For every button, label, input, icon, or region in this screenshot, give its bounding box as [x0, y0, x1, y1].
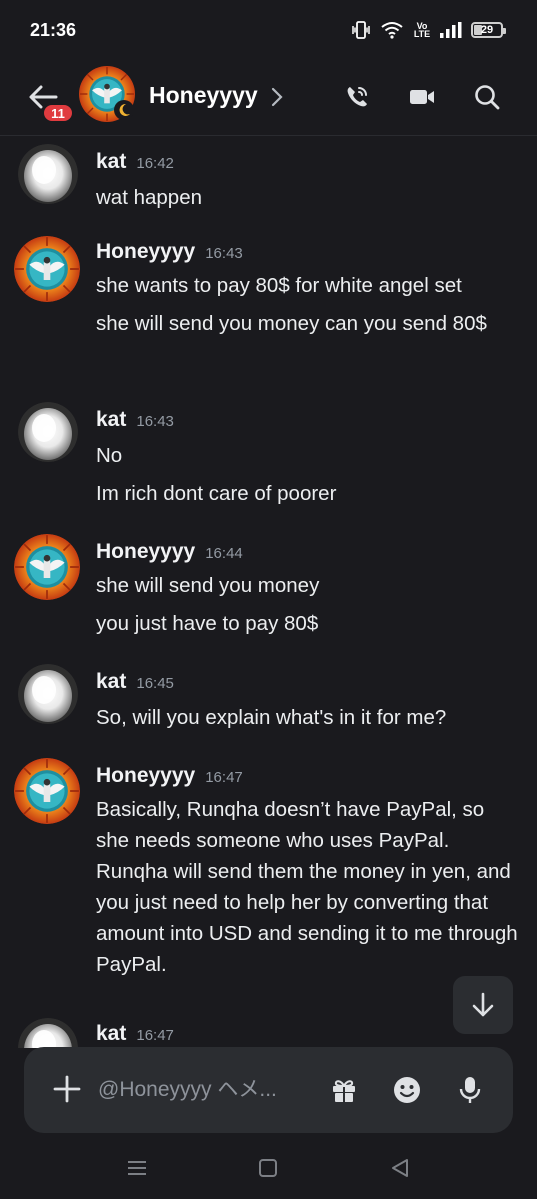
- message-author[interactable]: kat 16:42: [96, 150, 174, 174]
- message-timestamp: 16:42: [136, 155, 174, 172]
- back-nav-icon[interactable]: [386, 1156, 414, 1180]
- emoji-icon[interactable]: [392, 1075, 422, 1105]
- gift-icon[interactable]: [329, 1075, 359, 1105]
- message-author[interactable]: Honeyyyy 16:43: [96, 240, 243, 264]
- message-timestamp: 16:45: [136, 675, 174, 692]
- video-camera-icon[interactable]: [407, 82, 437, 112]
- message-text: Im rich dont care of poorer: [96, 482, 337, 505]
- message-text: So, will you explain what's in it for me…: [96, 706, 447, 729]
- kat-avatar[interactable]: [18, 664, 78, 724]
- status-bar: 21:36 Vo LTE 29: [0, 0, 537, 62]
- honey-avatar[interactable]: [14, 534, 80, 600]
- microphone-icon[interactable]: [455, 1075, 485, 1105]
- kat-avatar[interactable]: [18, 1018, 78, 1048]
- scroll-to-bottom-button[interactable]: [453, 976, 513, 1034]
- kat-avatar[interactable]: [18, 144, 78, 204]
- idle-status-icon: [114, 100, 134, 120]
- search-icon[interactable]: [472, 82, 502, 112]
- signal-icon: [440, 22, 462, 38]
- battery-level: 29: [480, 24, 494, 36]
- message-author[interactable]: kat 16:45: [96, 670, 174, 694]
- message-timestamp: 16:44: [205, 545, 243, 562]
- message-author[interactable]: kat 16:43: [96, 408, 174, 432]
- system-navigation-bar: [0, 1140, 537, 1199]
- channel-name[interactable]: Honeyyyy: [149, 82, 258, 109]
- message-timestamp: 16:47: [205, 769, 243, 786]
- status-icons: Vo LTE 29: [351, 21, 506, 39]
- kat-avatar[interactable]: [18, 402, 78, 462]
- unread-badge: 11: [41, 102, 75, 124]
- message-text: she wants to pay 80$ for white angel set: [96, 274, 462, 297]
- message-input[interactable]: [98, 1073, 298, 1107]
- message-text: she will send you money: [96, 574, 320, 597]
- vibrate-icon: [352, 21, 370, 39]
- message-author[interactable]: kat 16:47: [96, 1022, 174, 1046]
- message-text: Basically, Runqha doesn’t have PayPal, s…: [96, 798, 518, 976]
- channel-header: 11 Honeyyyy: [0, 62, 537, 136]
- chevron-right-icon[interactable]: [270, 86, 284, 108]
- wifi-icon: [381, 22, 403, 39]
- plus-icon[interactable]: [52, 1074, 82, 1104]
- honey-avatar[interactable]: [14, 236, 80, 302]
- message-author[interactable]: Honeyyyy 16:47: [96, 764, 243, 788]
- arrow-down-icon: [472, 992, 494, 1017]
- message-composer: [24, 1047, 513, 1133]
- phone-call-icon[interactable]: [342, 82, 372, 112]
- volte-indicator: Vo LTE: [413, 21, 431, 39]
- message-text: she will send you money can you send 80$: [96, 312, 487, 335]
- status-time: 21:36: [30, 20, 77, 40]
- message-text: wat happen: [96, 186, 203, 209]
- battery-indicator: 29: [471, 22, 506, 38]
- message-list[interactable]: kat 16:42 wat happen Honeyyyy 16:43 she wa…: [0, 138, 537, 1048]
- message-timestamp: 16:43: [205, 245, 243, 262]
- honey-avatar[interactable]: [14, 758, 80, 824]
- home-icon[interactable]: [254, 1156, 282, 1180]
- message-text: you just have to pay 80$: [96, 612, 319, 635]
- message-timestamp: 16:43: [136, 413, 174, 430]
- recent-apps-icon[interactable]: [123, 1156, 151, 1180]
- message-timestamp: 16:47: [136, 1027, 174, 1044]
- message-author[interactable]: Honeyyyy 16:44: [96, 540, 243, 564]
- message-text: No: [96, 444, 123, 467]
